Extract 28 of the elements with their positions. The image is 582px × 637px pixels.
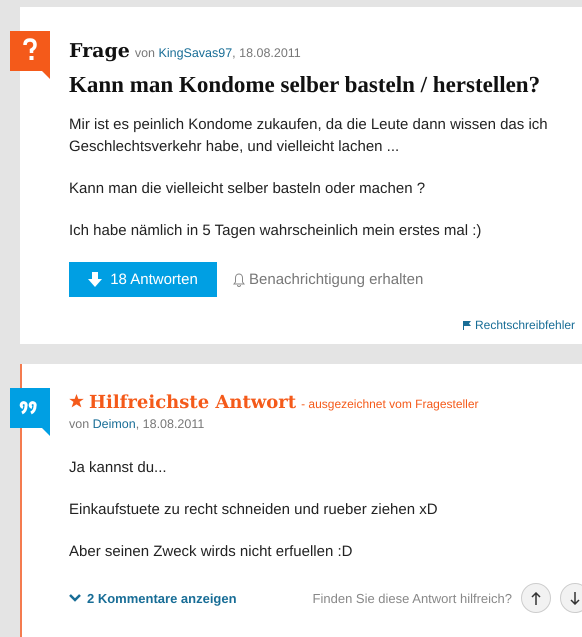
question-label: Frage (69, 40, 130, 62)
question-text: Mir ist es peinlich Kondome zukaufen, da die Leute dann wissen das ich Geschlechtsverkehr habe, und vielleicht lachen ... (69, 115, 549, 157)
helpful-prompt: Finden Sie diese Antwort hilfreich? (312, 590, 512, 606)
answer-text: Einkaufstuete zu recht schneiden und rueber ziehen xD (69, 500, 439, 520)
flag-icon (463, 320, 471, 330)
award-note: - ausgezeichnet vom Fragesteller (301, 397, 479, 411)
show-comments-link[interactable]: 2 Kommentare anzeigen (69, 590, 237, 606)
answers-button[interactable]: 18 Antworten (69, 262, 217, 297)
chevron-down-icon (69, 594, 81, 602)
bell-icon (233, 272, 245, 286)
best-answer-label: Hilfreichste Antwort (89, 392, 296, 413)
author-link[interactable]: KingSavas97 (158, 46, 232, 60)
question-meta: von KingSavas97, 18.08.2011 (134, 46, 301, 60)
answer-text: Aber seinen Zweck wirds nicht erfuellen :D (69, 542, 354, 562)
author-link[interactable]: Deimon (92, 417, 136, 431)
answer-text: Ja kannst du... (69, 458, 168, 478)
question-title: Kann man Kondome selber basteln / herstellen? (69, 72, 542, 98)
report-link[interactable]: Rechtschreibfehler (463, 318, 576, 344)
question-text: Ich habe nämlich in 5 Tagen wahrscheinlich mein erstes mal :) (69, 221, 482, 241)
downvote-button[interactable] (560, 583, 582, 613)
arrow-up-icon (531, 592, 541, 604)
answer-meta: von Deimon, 18.08.2011 (69, 417, 206, 431)
star-icon (69, 394, 84, 408)
notify-button[interactable]: Benachrichtigung erhalten (233, 271, 424, 288)
arrow-down-icon (88, 272, 102, 287)
arrow-down-icon (570, 592, 580, 604)
question-text: Kann man die vielleicht selber basteln oder machen ? (69, 179, 426, 199)
upvote-button[interactable] (521, 583, 551, 613)
